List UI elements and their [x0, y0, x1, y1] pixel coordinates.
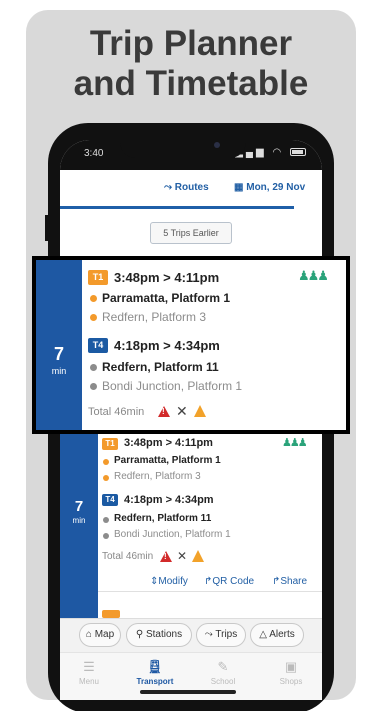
- home-indicator: [140, 690, 236, 694]
- trackwork-cone-icon: [192, 550, 204, 562]
- wifi-icon: ◠: [272, 147, 285, 158]
- highlighted-duration-value: 7: [53, 344, 64, 364]
- routes-label: Routes: [174, 182, 209, 193]
- promo-title-line1: Trip Planner: [89, 24, 293, 63]
- alert-icon: !: [160, 551, 172, 562]
- grey-dot: [90, 383, 97, 390]
- earlier-trips-button[interactable]: 5 Trips Earlier: [150, 222, 232, 244]
- tab-menu[interactable]: ☰ Menu: [56, 659, 122, 686]
- stations-button[interactable]: ⚲ Stations: [126, 623, 192, 647]
- highlighted-duration-unit: min: [51, 366, 67, 376]
- tools-icon: ✕: [176, 403, 188, 419]
- route-icon: ⤳: [164, 182, 172, 193]
- trip2-duration[interactable]: 7 min: [60, 434, 98, 604]
- tab-transport[interactable]: 🚆︎ Transport: [122, 659, 188, 686]
- status-icons: ▂▄▆ ◠: [235, 147, 306, 158]
- phone-notch: [120, 136, 246, 158]
- calendar-icon: ▦: [234, 182, 244, 193]
- trip2-leg2-from: Redfern, Platform 11: [114, 513, 212, 524]
- modify-label: Modify: [158, 576, 188, 587]
- menu-icon: ☰: [83, 659, 95, 674]
- stations-label: Stations: [145, 629, 183, 640]
- grey-dot: [103, 517, 109, 523]
- trip2-total: Total 46min: [102, 551, 154, 562]
- grey-dot: [90, 364, 97, 371]
- highlighted-trip-card[interactable]: 7 min T1 3:48pm > 4:11pm ♟♟♟ Parramatta,…: [32, 256, 350, 434]
- map-button[interactable]: ⌂ Map: [79, 623, 121, 647]
- shop-icon: ▣: [284, 659, 298, 674]
- trip2-leg2-to: Bondi Junction, Platform 1: [114, 529, 231, 540]
- school-icon: ✎: [217, 659, 229, 674]
- orange-dot: [103, 459, 109, 465]
- grey-dot: [103, 533, 109, 539]
- phone-side-button: [45, 215, 49, 241]
- routes-button[interactable]: ⤳ Routes: [164, 182, 209, 193]
- trackwork-cone-icon: [194, 405, 206, 417]
- trips-button[interactable]: ⤳ Trips: [196, 623, 246, 647]
- map-label: Map: [94, 629, 115, 640]
- qr-code-label: QR Code: [212, 576, 255, 587]
- alert-icon: !: [158, 406, 170, 417]
- leg2-time: 4:18pm > 4:34pm: [114, 338, 220, 353]
- tab-menu-label: Menu: [78, 677, 99, 686]
- leg2-to: Bondi Junction, Platform 1: [102, 379, 243, 393]
- status-time: 3:40: [84, 148, 104, 159]
- share-label: Share: [280, 576, 308, 587]
- battery-icon: [290, 148, 306, 156]
- trip2-leg1-from: Parramatta, Platform 1: [114, 455, 221, 466]
- tab-school-label: School: [210, 677, 236, 686]
- share-button[interactable]: ↱Share: [272, 576, 307, 587]
- map-icon: ⌂: [85, 629, 92, 640]
- trip-total: Total 46min: [88, 406, 145, 418]
- warning-icon: △: [259, 629, 267, 640]
- leg1-time: 3:48pm > 4:11pm: [114, 270, 220, 285]
- station-icon: ⚲: [135, 629, 144, 640]
- promo-title-line2: and Timetable: [73, 64, 309, 103]
- trips-label: Trips: [215, 629, 238, 640]
- tab-shops[interactable]: ▣ Shops: [258, 659, 324, 686]
- leg1-line-badge: T1: [88, 270, 108, 285]
- orange-dot: [90, 295, 97, 302]
- orange-dot: [90, 314, 97, 321]
- leg1-to: Redfern, Platform 3: [102, 310, 207, 324]
- leg1-from: Parramatta, Platform 1: [102, 291, 231, 305]
- tab-transport-label: Transport: [136, 677, 174, 686]
- occupancy-icon: ♟♟♟: [282, 437, 308, 449]
- trip2-leg2-line-badge: T4: [102, 494, 118, 506]
- route-icon: ⤳: [204, 629, 213, 640]
- tools-icon: ✕: [177, 549, 188, 563]
- alerts-label: Alerts: [269, 629, 295, 640]
- top-bar: ⤳ Routes ▦ Mon, 29 Nov: [60, 170, 322, 210]
- leg2-line-badge: T4: [88, 338, 108, 353]
- tab-school[interactable]: ✎ School: [190, 659, 256, 686]
- train-icon: 🚆︎: [146, 659, 164, 674]
- trip2-leg1-line-badge: T1: [102, 438, 118, 450]
- modify-button[interactable]: ⇕Modify: [150, 576, 188, 587]
- date-label: Mon, 29 Nov: [246, 182, 306, 193]
- trip3-line-badge: [102, 610, 120, 618]
- trip2-leg2-time: 4:18pm > 4:34pm: [124, 494, 214, 506]
- leg2-from: Redfern, Platform 11: [102, 360, 219, 374]
- trip2-duration-value: 7: [74, 498, 84, 515]
- highlighted-trip-duration: 7 min: [36, 260, 82, 430]
- alerts-button[interactable]: △ Alerts: [250, 623, 304, 647]
- camera-icon: [214, 142, 220, 148]
- trip2-duration-unit: min: [72, 516, 86, 525]
- trip2-leg1-time: 3:48pm > 4:11pm: [124, 437, 213, 449]
- qr-code-button[interactable]: ↱QR Code: [204, 576, 254, 587]
- divider: [98, 591, 322, 592]
- date-button[interactable]: ▦ Mon, 29 Nov: [234, 182, 305, 193]
- trip2-leg1-to: Redfern, Platform 3: [114, 471, 201, 482]
- tab-indicator-line: [60, 206, 294, 209]
- orange-dot: [103, 475, 109, 481]
- tab-shops-label: Shops: [279, 677, 303, 686]
- occupancy-icon: ♟♟♟: [298, 268, 329, 283]
